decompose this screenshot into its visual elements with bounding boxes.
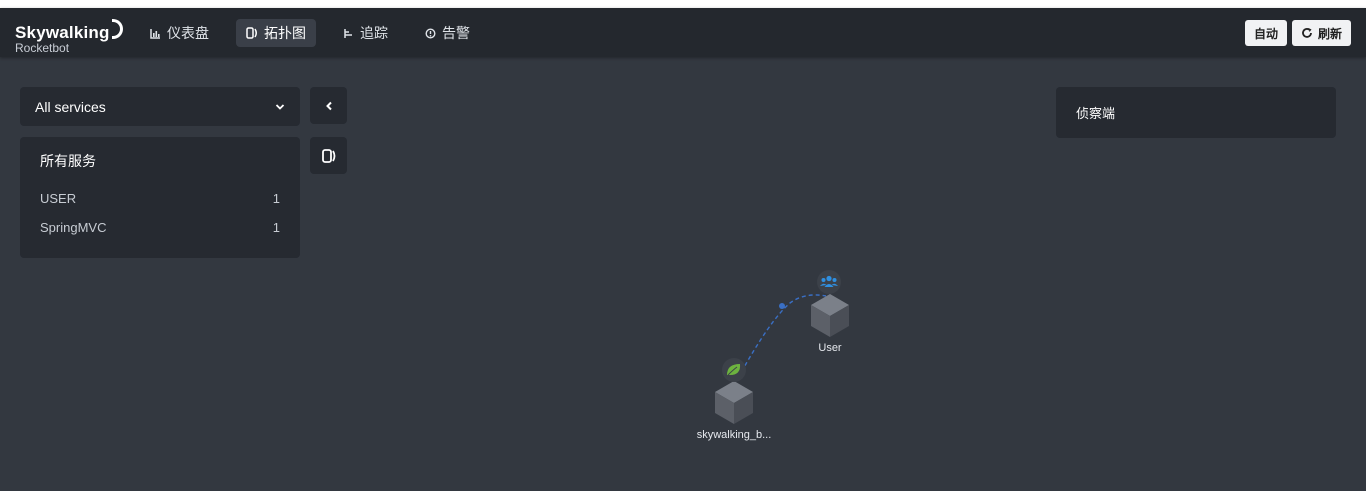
- trace-icon: [344, 28, 352, 38]
- top-navigation-bar: Skywalking Rocketbot 仪表盘 拓扑图 追踪 告警 自动 刷新: [0, 8, 1366, 57]
- toolbar-right: 自动 刷新: [1240, 20, 1351, 46]
- auto-button[interactable]: 自动: [1244, 20, 1287, 46]
- nav-trace[interactable]: 追踪: [333, 19, 398, 47]
- nav-topology-label: 拓扑图: [264, 25, 306, 41]
- logo-text: Skywalking: [15, 23, 110, 42]
- nav-dashboard[interactable]: 仪表盘: [140, 19, 219, 47]
- logo-swoosh-icon: [111, 19, 123, 39]
- refresh-label: 刷新: [1317, 26, 1342, 41]
- browser-top-strip: [0, 0, 1366, 8]
- alarm-icon: [425, 27, 436, 39]
- bar-chart-icon: [150, 28, 160, 39]
- topology-icon: [246, 27, 257, 39]
- node-springmvc[interactable]: skywalking_b...: [697, 358, 772, 441]
- nav-alarm-label: 告警: [442, 25, 470, 41]
- logo-subtitle: Rocketbot: [15, 41, 70, 55]
- node-user[interactable]: User: [811, 270, 849, 354]
- nav-topology[interactable]: 拓扑图: [236, 19, 316, 47]
- nav-dashboard-label: 仪表盘: [167, 25, 209, 41]
- node-label-user: User: [818, 342, 842, 354]
- refresh-button[interactable]: 刷新: [1291, 20, 1351, 46]
- refresh-icon: [1302, 28, 1312, 38]
- nav-trace-label: 追踪: [360, 25, 388, 41]
- main-nav: 仪表盘 拓扑图 追踪 告警: [140, 19, 497, 47]
- link-midpoint[interactable]: [779, 303, 785, 309]
- skywalking-logo[interactable]: Skywalking Rocketbot: [15, 19, 123, 55]
- node-label-springmvc: skywalking_b...: [697, 429, 772, 441]
- nav-alarm[interactable]: 告警: [415, 19, 480, 47]
- topology-graph: User skywalking_b...: [697, 270, 849, 441]
